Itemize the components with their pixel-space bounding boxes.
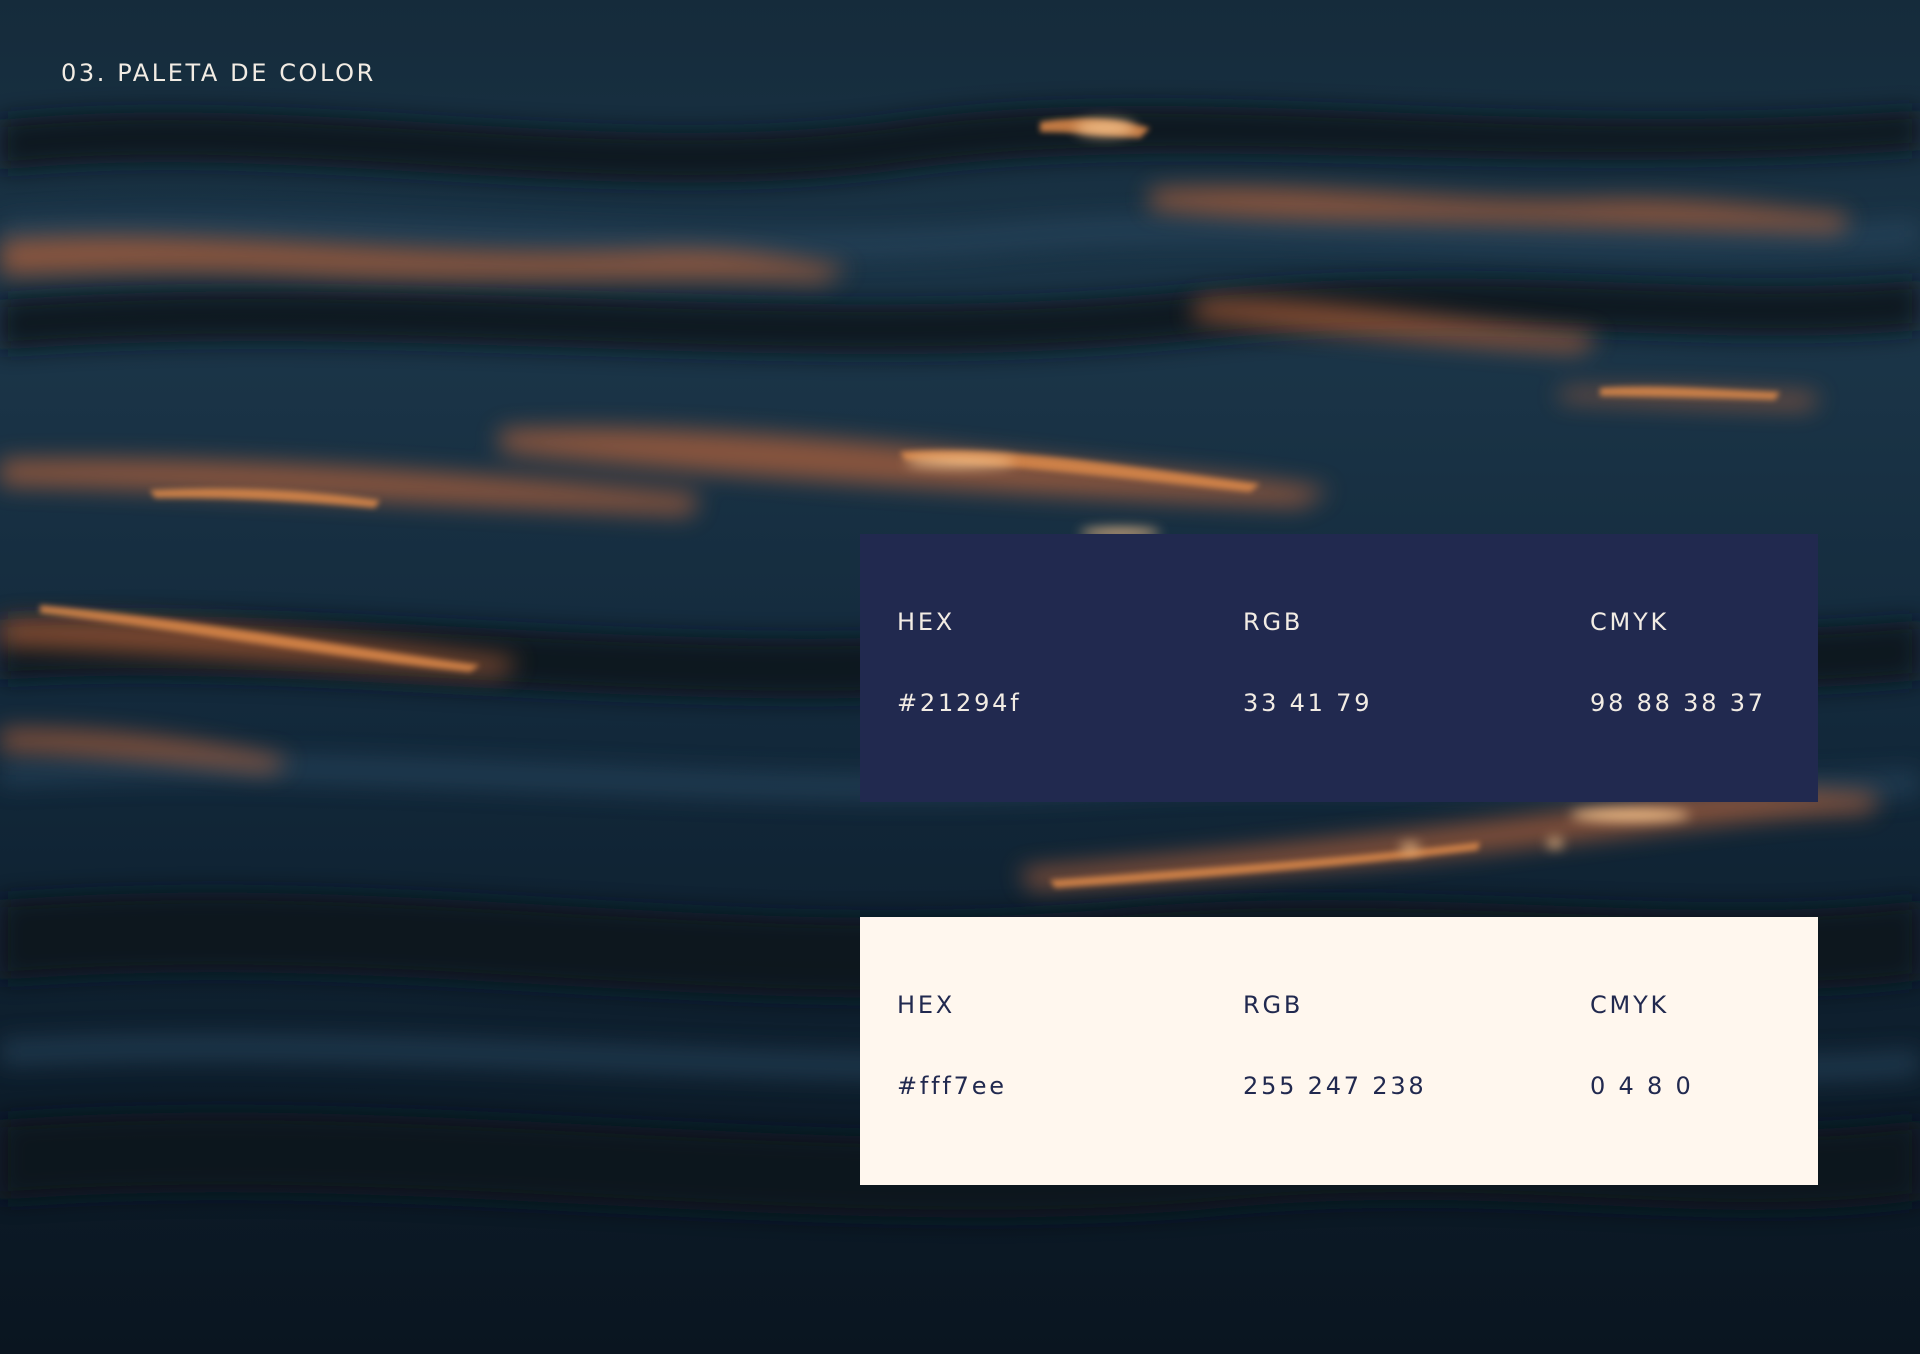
hex-value: #21294f bbox=[897, 689, 1022, 717]
color-swatch-primary: HEX RGB CMYK #21294f 33 41 79 98 88 38 3… bbox=[860, 534, 1818, 802]
rgb-value: 33 41 79 bbox=[1243, 689, 1373, 717]
cmyk-value: 98 88 38 37 bbox=[1590, 689, 1766, 717]
rgb-label: RGB bbox=[1243, 608, 1304, 636]
rgb-label: RGB bbox=[1243, 991, 1304, 1019]
cmyk-label: CMYK bbox=[1590, 991, 1670, 1019]
section-title: 03. PALETA DE COLOR bbox=[61, 59, 376, 87]
hex-label: HEX bbox=[897, 991, 956, 1019]
color-swatch-secondary: HEX RGB CMYK #fff7ee 255 247 238 0 4 8 0 bbox=[860, 917, 1818, 1185]
hex-label: HEX bbox=[897, 608, 956, 636]
cmyk-value: 0 4 8 0 bbox=[1590, 1072, 1694, 1100]
rgb-value: 255 247 238 bbox=[1243, 1072, 1427, 1100]
hex-value: #fff7ee bbox=[897, 1072, 1007, 1100]
cmyk-label: CMYK bbox=[1590, 608, 1670, 636]
